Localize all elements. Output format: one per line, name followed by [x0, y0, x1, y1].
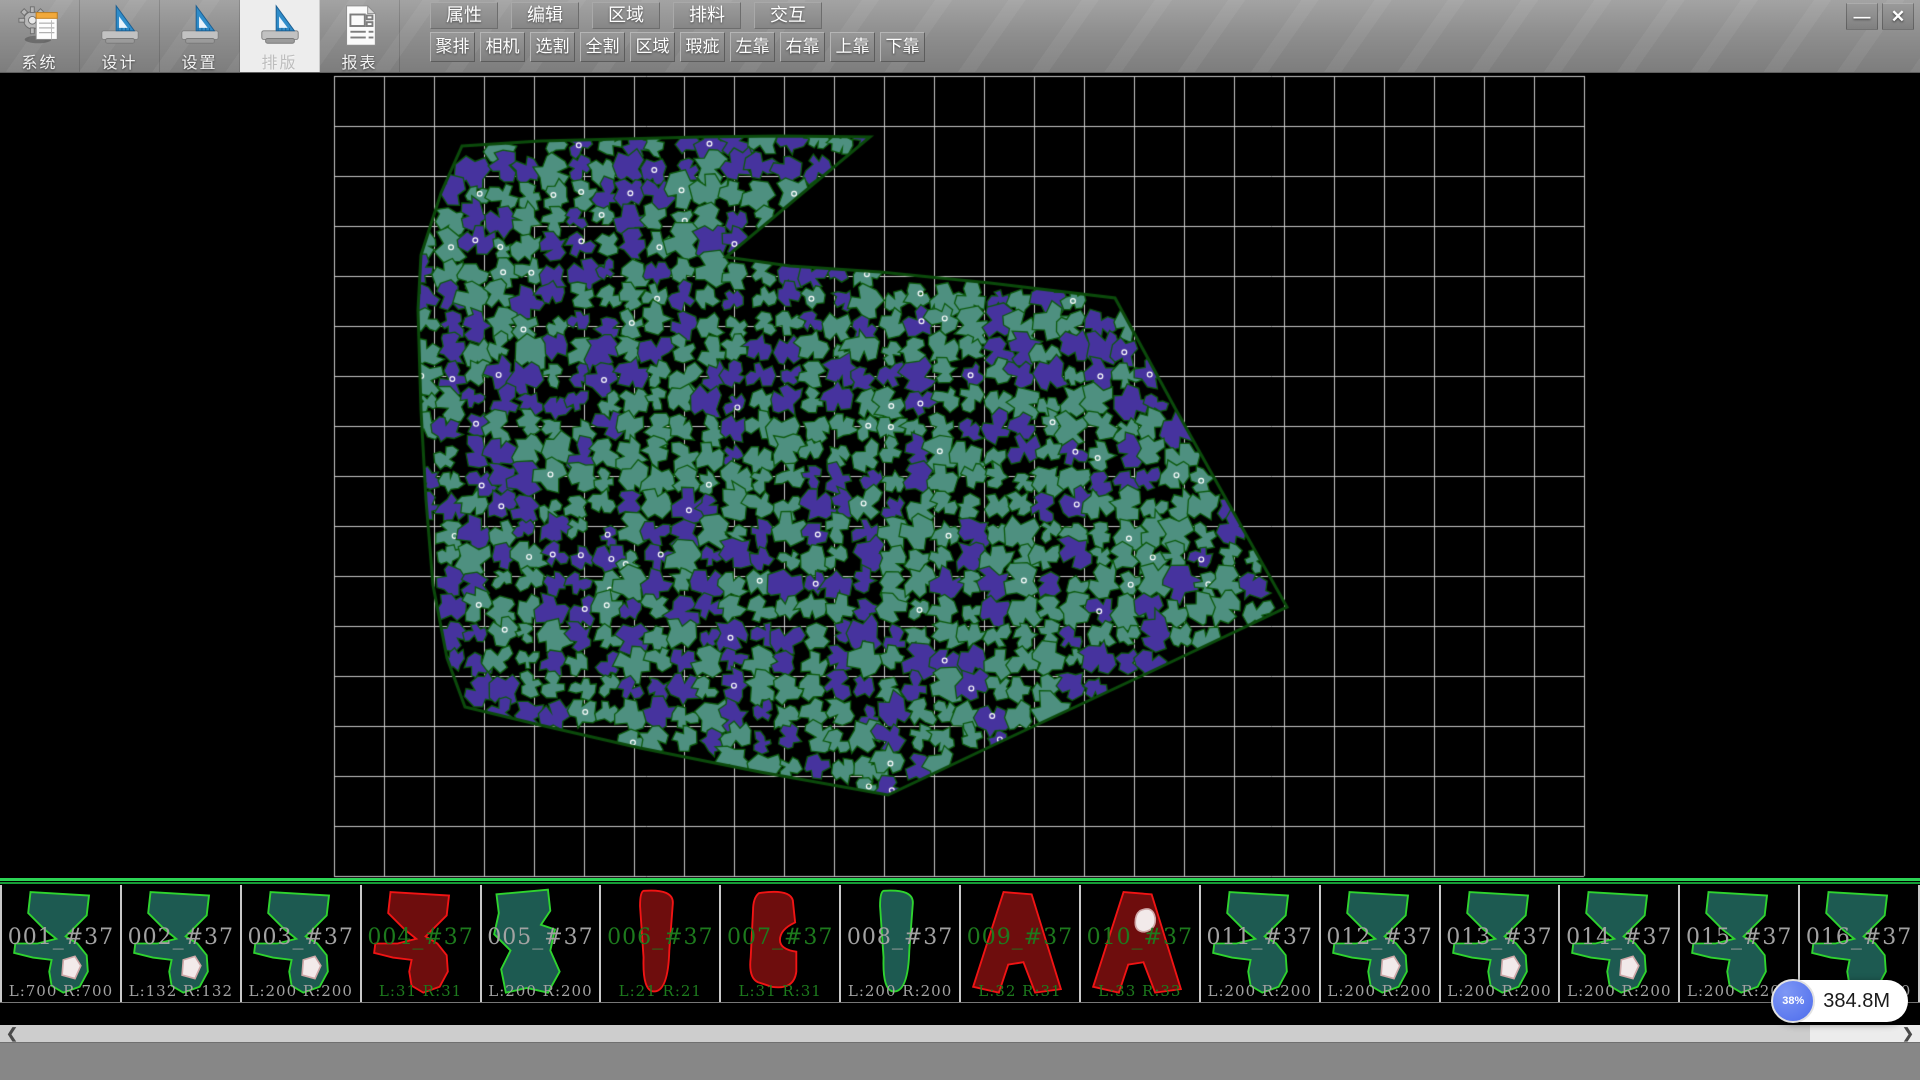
scroll-left-arrow-icon[interactable]: ❮ [2, 1025, 22, 1042]
memory-usage-badge: 38% 384.8M [1773, 980, 1908, 1022]
piece-lr-count: L:700 R:700 [2, 982, 120, 1000]
piece-lr-count: L:200 R:200 [1321, 982, 1439, 1000]
ruler-icon [177, 3, 223, 47]
tool-button-4[interactable]: 区域 [630, 32, 675, 62]
horizontal-scrollbar[interactable]: ❮ ❯ [0, 1025, 1920, 1042]
piece-lr-count: L:200 R:200 [1201, 982, 1319, 1000]
nav-button-label: 报表 [341, 49, 377, 73]
piece-name: 009_#37 [961, 925, 1079, 950]
window-controls: — ✕ [1842, 3, 1914, 30]
percent-indicator: 38% [1771, 979, 1815, 1023]
piece-lr-count: L:31 R:31 [721, 982, 839, 1000]
minimize-button[interactable]: — [1846, 3, 1878, 30]
ruler-icon [97, 3, 143, 47]
piece-name: 016_#37 [1800, 925, 1918, 950]
nav-button-label: 设置 [181, 49, 217, 73]
scroll-right-arrow-icon[interactable]: ❯ [1898, 1025, 1918, 1042]
nav-button-design[interactable]: 设计 [80, 0, 160, 72]
piece-thumbnail-2[interactable]: 002_#37 L:132 R:132 [120, 885, 240, 1002]
piece-lr-count: L:32 R:31 [961, 982, 1079, 1000]
piece-lr-count: L:200 R:200 [482, 982, 600, 1000]
menu-item-1[interactable]: 编辑 [511, 2, 579, 29]
menu-item-2[interactable]: 区域 [592, 2, 660, 29]
piece-thumbnail-1[interactable]: 001_#37 L:700 R:700 [0, 885, 120, 1002]
menu-item-3[interactable]: 排料 [673, 2, 741, 29]
memory-value: 384.8M [1823, 990, 1890, 1013]
piece-name: 012_#37 [1321, 925, 1439, 950]
piece-lr-count: L:200 R:200 [1560, 982, 1678, 1000]
piece-name: 011_#37 [1201, 925, 1319, 950]
gear-document-icon [17, 3, 63, 47]
piece-thumbnail-7[interactable]: 007_#37 L:31 R:31 [719, 885, 839, 1002]
nav-button-system[interactable]: 系统 [0, 0, 80, 72]
menu-item-4[interactable]: 交互 [754, 2, 822, 29]
nav-button-label: 设计 [101, 49, 137, 73]
piece-name: 008_#37 [841, 925, 959, 950]
report-icon [337, 3, 383, 47]
piece-filmstrip: 001_#37L:700 R:700002_#37L:132 R:132003_… [0, 885, 1920, 1003]
menu-area: 属性编辑区域排料交互 聚排相机选割全割区域瑕疵左靠右靠上靠下靠 [430, 2, 930, 62]
menubar: 属性编辑区域排料交互 [430, 2, 930, 29]
piece-lr-count: L:200 R:200 [1441, 982, 1559, 1000]
piece-name: 015_#37 [1680, 925, 1798, 950]
piece-lr-count: L:31 R:31 [362, 982, 480, 1000]
tool-button-row: 聚排相机选割全割区域瑕疵左靠右靠上靠下靠 [430, 32, 930, 62]
nav-button-label: 系统 [21, 49, 57, 73]
tool-button-8[interactable]: 上靠 [830, 32, 875, 62]
piece-lr-count: L:200 R:200 [242, 982, 360, 1000]
tool-button-1[interactable]: 相机 [480, 32, 525, 62]
piece-thumbnail-5[interactable]: 005_#37 L:200 R:200 [480, 885, 600, 1002]
piece-name: 001_#37 [2, 925, 120, 950]
main-nav-buttons: 系统 设计 设置 排版 报表 [0, 0, 400, 72]
piece-name: 004_#37 [362, 925, 480, 950]
piece-thumbnail-10[interactable]: 010_#37 L:33 R:33 [1079, 885, 1199, 1002]
tool-button-5[interactable]: 瑕疵 [680, 32, 725, 62]
piece-thumbnail-3[interactable]: 003_#37 L:200 R:200 [240, 885, 360, 1002]
ruler-icon [257, 3, 303, 47]
tool-button-6[interactable]: 左靠 [730, 32, 775, 62]
piece-thumbnail-9[interactable]: 009_#37 L:32 R:31 [959, 885, 1079, 1002]
piece-name: 006_#37 [601, 925, 719, 950]
close-button[interactable]: ✕ [1882, 3, 1914, 30]
piece-name: 007_#37 [721, 925, 839, 950]
piece-thumbnail-14[interactable]: 014_#37 L:200 R:200 [1558, 885, 1678, 1002]
tool-button-7[interactable]: 右靠 [780, 32, 825, 62]
piece-lr-count: L:21 R:21 [601, 982, 719, 1000]
piece-name: 002_#37 [122, 925, 240, 950]
piece-lr-count: L:132 R:132 [122, 982, 240, 1000]
menu-item-0[interactable]: 属性 [430, 2, 498, 29]
piece-lr-count: L:200 R:200 [841, 982, 959, 1000]
piece-thumbnail-11[interactable]: 011_#37 L:200 R:200 [1199, 885, 1319, 1002]
piece-lr-count: L:33 R:33 [1081, 982, 1199, 1000]
nav-button-report[interactable]: 报表 [320, 0, 400, 72]
piece-name: 013_#37 [1441, 925, 1559, 950]
toolbar: 系统设计设置排版报表 属性编辑区域排料交互 聚排相机选割全割区域瑕疵左靠右靠上靠… [0, 0, 1920, 73]
piece-thumbnail-12[interactable]: 012_#37 L:200 R:200 [1319, 885, 1439, 1002]
piece-name: 005_#37 [482, 925, 600, 950]
piece-thumbnail-13[interactable]: 013_#37 L:200 R:200 [1439, 885, 1559, 1002]
app-window: 系统设计设置排版报表 属性编辑区域排料交互 聚排相机选割全割区域瑕疵左靠右靠上靠… [0, 0, 1920, 1080]
nav-button-label: 排版 [261, 49, 297, 73]
piece-name: 003_#37 [242, 925, 360, 950]
piece-thumbnail-4[interactable]: 004_#37 L:31 R:31 [360, 885, 480, 1002]
piece-thumbnail-8[interactable]: 008_#37 L:200 R:200 [839, 885, 959, 1002]
piece-name: 010_#37 [1081, 925, 1199, 950]
footer-bar [0, 1042, 1920, 1080]
nav-button-settings[interactable]: 设置 [160, 0, 240, 72]
filmstrip-separator [0, 878, 1920, 885]
piece-thumbnail-6[interactable]: 006_#37 L:21 R:21 [599, 885, 719, 1002]
tool-button-3[interactable]: 全割 [580, 32, 625, 62]
piece-name: 014_#37 [1560, 925, 1678, 950]
nav-button-layout[interactable]: 排版 [240, 0, 320, 72]
tool-button-0[interactable]: 聚排 [430, 32, 475, 62]
tool-button-2[interactable]: 选割 [530, 32, 575, 62]
nesting-workspace-canvas[interactable] [0, 72, 1920, 878]
tool-button-9[interactable]: 下靠 [880, 32, 925, 62]
